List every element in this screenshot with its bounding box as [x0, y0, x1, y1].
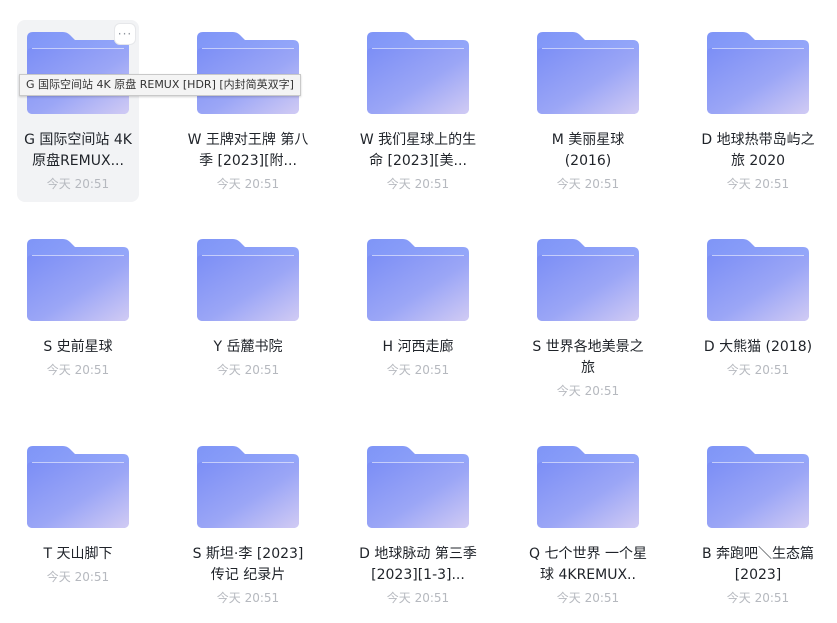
folder-item[interactable]: D 大熊猫 (2018) 今天 20:51	[697, 227, 819, 409]
folder-time: 今天 20:51	[726, 177, 790, 191]
folder-time: 今天 20:51	[216, 177, 280, 191]
folder-time: 今天 20:51	[556, 384, 620, 398]
folder-icon	[707, 239, 809, 321]
folder-name: D 地球热带岛屿之旅 2020	[701, 132, 815, 169]
folder-name: S 斯坦·李 [2023] 传记 纪录片	[192, 546, 304, 583]
folder-icon	[27, 32, 129, 114]
folder-time: 今天 20:51	[386, 363, 450, 377]
folder-item[interactable]: Q 七个世界 一个星球 4KREMUX.. 今天 20:51	[527, 434, 649, 616]
folder-icon	[537, 32, 639, 114]
folder-item[interactable]: H 河西走廊 今天 20:51	[357, 227, 479, 409]
folder-time: 今天 20:51	[46, 177, 110, 191]
folder-name: D 大熊猫 (2018)	[703, 339, 813, 355]
folder-item[interactable]: W 王牌对王牌 第八季 [2023][附... 今天 20:51	[187, 20, 309, 202]
folder-name: W 我们星球上的生命 [2023][美...	[359, 132, 477, 169]
folder-name: H 河西走廊	[382, 339, 454, 355]
folder-icon	[27, 239, 129, 321]
folder-name: G 国际空间站 4K 原盘REMUX...	[24, 132, 132, 169]
folder-time: 今天 20:51	[46, 570, 110, 584]
more-options-icon[interactable]: ···	[115, 24, 135, 44]
folder-time: 今天 20:51	[46, 363, 110, 377]
folder-time: 今天 20:51	[216, 363, 280, 377]
folder-time: 今天 20:51	[556, 177, 620, 191]
folder-time: 今天 20:51	[216, 591, 280, 605]
folder-icon	[197, 239, 299, 321]
folder-name: B 奔跑吧＼生态篇 [2023]	[701, 546, 815, 583]
folder-name: S 史前星球	[43, 339, 113, 355]
folder-item[interactable]: D 地球热带岛屿之旅 2020 今天 20:51	[697, 20, 819, 202]
folder-name: S 世界各地美景之旅	[532, 339, 644, 376]
folder-icon	[27, 446, 129, 528]
folder-time: 今天 20:51	[726, 591, 790, 605]
folder-time: 今天 20:51	[386, 177, 450, 191]
folder-item[interactable]: D 地球脉动 第三季 [2023][1-3]... 今天 20:51	[357, 434, 479, 616]
folder-icon	[367, 446, 469, 528]
folder-icon	[537, 239, 639, 321]
folder-item[interactable]: Y 岳麓书院 今天 20:51	[187, 227, 309, 409]
folder-icon	[707, 32, 809, 114]
folder-name: W 王牌对王牌 第八季 [2023][附...	[187, 132, 309, 169]
folder-name: T 天山脚下	[43, 546, 113, 562]
folder-item[interactable]: M 美丽星球 (2016) 今天 20:51	[527, 20, 649, 202]
folder-icon	[367, 32, 469, 114]
folder-name: M 美丽星球 (2016)	[551, 132, 625, 169]
folder-icon	[537, 446, 639, 528]
folder-time: 今天 20:51	[386, 591, 450, 605]
folder-item[interactable]: S 世界各地美景之旅 今天 20:51	[527, 227, 649, 409]
folder-item[interactable]: B 奔跑吧＼生态篇 [2023] 今天 20:51	[697, 434, 819, 616]
folder-name: D 地球脉动 第三季 [2023][1-3]...	[359, 546, 477, 583]
folder-icon	[367, 239, 469, 321]
folder-item[interactable]: S 斯坦·李 [2023] 传记 纪录片 今天 20:51	[187, 434, 309, 616]
folder-name: Q 七个世界 一个星球 4KREMUX..	[529, 546, 647, 583]
filename-tooltip: G 国际空间站 4K 原盘 REMUX [HDR] [内封简英双字]	[19, 74, 301, 96]
folder-item[interactable]: W 我们星球上的生命 [2023][美... 今天 20:51	[357, 20, 479, 202]
folder-item[interactable]: ··· G 国际空间站 4K 原盘REMUX... 今天 20:51	[17, 20, 139, 202]
folder-icon	[707, 446, 809, 528]
folder-icon	[197, 32, 299, 114]
folder-name: Y 岳麓书院	[213, 339, 283, 355]
folder-item[interactable]: T 天山脚下 今天 20:51	[17, 434, 139, 616]
folder-item[interactable]: S 史前星球 今天 20:51	[17, 227, 139, 409]
folder-icon	[197, 446, 299, 528]
folder-time: 今天 20:51	[726, 363, 790, 377]
folder-time: 今天 20:51	[556, 591, 620, 605]
